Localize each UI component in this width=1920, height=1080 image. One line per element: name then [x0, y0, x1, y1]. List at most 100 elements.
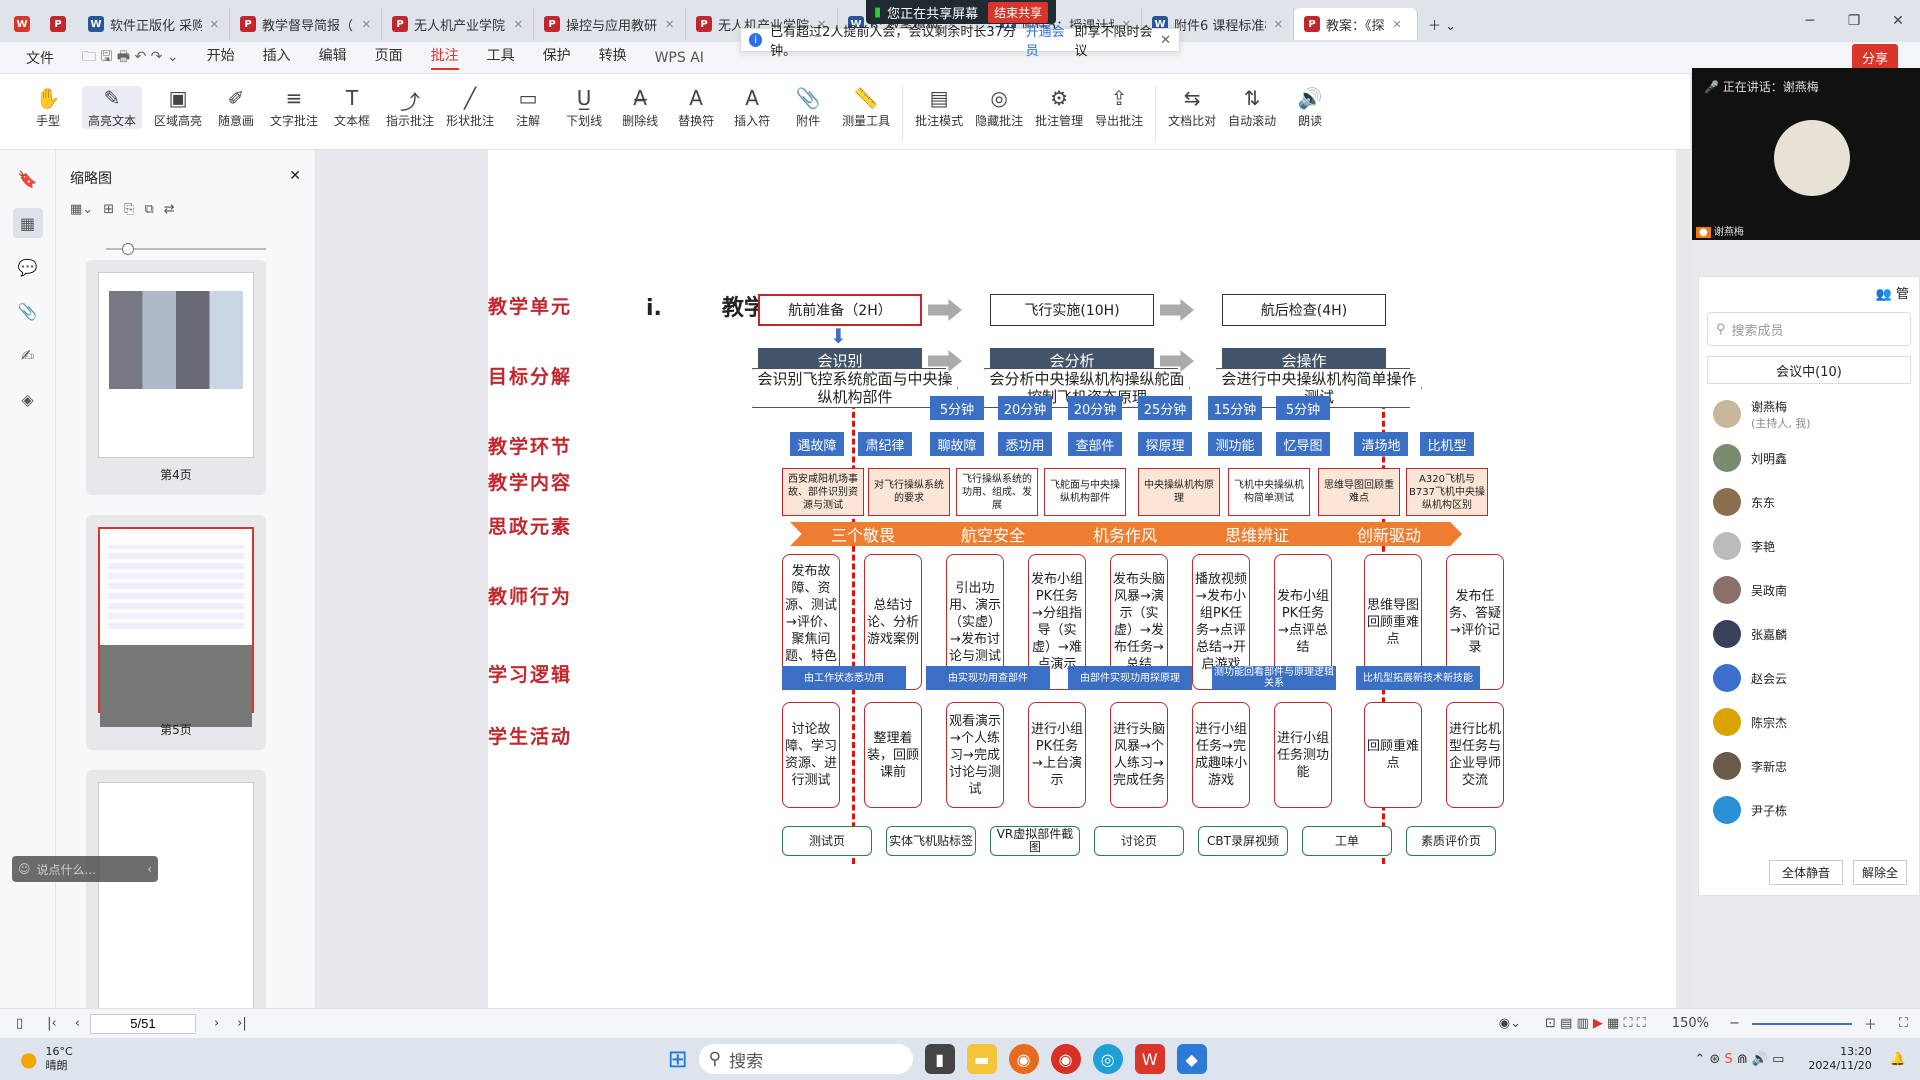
tool-6[interactable]: ⤴ 指示批注 — [386, 86, 434, 129]
manage-members[interactable]: 👥 管 — [1699, 277, 1919, 302]
member-item[interactable]: 刘明鑫 — [1699, 436, 1919, 480]
tool-8[interactable]: ▭ 注解 — [506, 86, 550, 129]
member-item[interactable]: 谢燕梅 (主持人, 我) — [1699, 392, 1919, 436]
tool-17[interactable]: ⚙ 批注管理 — [1035, 86, 1083, 129]
member-item[interactable]: 李新忠 — [1699, 744, 1919, 788]
weather-icon[interactable]: ● — [20, 1047, 37, 1071]
tray-icons[interactable]: ⌃ ⊛ S ⋒ 🔊 ▭ — [1694, 1052, 1784, 1067]
tool-20[interactable]: ⇅ 自动滚动 — [1228, 86, 1276, 129]
menu-4[interactable]: 批注 — [430, 45, 459, 70]
insert-page-icon[interactable]: ⊞ — [103, 202, 114, 217]
in-meeting-tab[interactable]: 会议中(10) — [1707, 356, 1911, 384]
thumbnail-page-5[interactable]: 第5页 — [86, 515, 266, 750]
tool-21[interactable]: 🔊 朗读 — [1288, 86, 1332, 129]
menu-2[interactable]: 编辑 — [319, 45, 347, 70]
doc-tab[interactable]: P 教案：《探 ✕ — [1294, 8, 1418, 40]
member-item[interactable]: 东东 — [1699, 480, 1919, 524]
zoom-in-icon[interactable]: ＋ — [1864, 1014, 1877, 1033]
tool-12[interactable]: A 插入符 — [730, 86, 774, 129]
sidebar-toggle-icon[interactable]: ▯ — [16, 1016, 23, 1031]
close-tab-icon[interactable]: ✕ — [362, 18, 371, 31]
view-mode-icons[interactable]: ⊡ ▤ ▥ ▶ ▦ ⛶ ⛶ — [1545, 1016, 1646, 1031]
document-canvas[interactable]: i.教学流程 教学单元目标分解教学环节教学内容思政元素教师行为学习逻辑学生活动航… — [316, 150, 1690, 1008]
zoom-level[interactable]: 150% — [1672, 1016, 1709, 1031]
maximize-button[interactable]: ❐ — [1832, 13, 1876, 29]
signature-icon[interactable]: ✍ — [13, 340, 43, 370]
doc-tab[interactable]: P 无人机产业学院202 ✕ — [382, 8, 534, 40]
close-tab-icon[interactable]: ✕ — [514, 18, 523, 31]
menu-5[interactable]: 工具 — [487, 45, 515, 70]
close-tab-icon[interactable]: ✕ — [1393, 18, 1402, 31]
tool-1[interactable]: ✎ 高亮文本 — [82, 86, 143, 129]
tool-0[interactable]: ✋ 手型 — [26, 86, 70, 129]
taskbar-search[interactable]: ⚲ 搜索 — [698, 1044, 913, 1074]
firefox-icon[interactable]: ◉ — [1008, 1044, 1039, 1074]
thumbnail-page-4[interactable]: 第4页 — [86, 260, 266, 495]
bookmark-icon[interactable]: 🔖 — [13, 164, 43, 194]
chrome-icon[interactable]: ◉ — [1050, 1044, 1081, 1074]
copy-page-icon[interactable]: ⧉ — [145, 202, 154, 217]
menu-file[interactable]: 文件 — [26, 48, 54, 68]
tool-11[interactable]: A 替换符 — [674, 86, 718, 129]
tool-15[interactable]: ▤ 批注模式 — [915, 86, 963, 129]
weather[interactable]: 16°C 晴朗 — [45, 1045, 72, 1073]
last-page-icon[interactable]: ›| — [237, 1016, 247, 1031]
menu-7[interactable]: 转换 — [599, 45, 627, 70]
layers-icon[interactable]: ◈ — [13, 384, 43, 414]
thumbnail-page-6[interactable] — [86, 770, 266, 1008]
member-item[interactable]: 尹子栋 — [1699, 788, 1919, 832]
menu-3[interactable]: 页面 — [375, 45, 403, 70]
tool-19[interactable]: ⇆ 文档比对 — [1168, 86, 1216, 129]
meeting-video[interactable]: 🎤 正在讲话：谢燕梅 ● 谢燕梅 — [1692, 68, 1920, 240]
extract-page-icon[interactable]: ⎘ — [124, 202, 134, 217]
minimize-button[interactable]: ─ — [1788, 13, 1832, 29]
wps-ai-button[interactable]: WPS AI — [655, 50, 704, 66]
collapse-chat-icon[interactable]: ‹ — [147, 862, 152, 876]
member-search[interactable]: ⚲ 搜索成员 — [1707, 312, 1911, 346]
replace-page-icon[interactable]: ⇄ — [164, 202, 175, 217]
close-tab-icon[interactable]: ✕ — [665, 18, 674, 31]
page-number-input[interactable] — [89, 1013, 196, 1034]
explorer-icon[interactable]: ▬ — [966, 1044, 997, 1074]
thumbnail-icon[interactable]: ▦ — [12, 208, 43, 238]
zoom-slider[interactable] — [106, 243, 266, 255]
member-item[interactable]: 吴政南 — [1699, 568, 1919, 612]
clock[interactable]: 13:20 2024/11/20 — [1808, 1045, 1871, 1073]
prev-page-icon[interactable]: ‹ — [75, 1016, 80, 1031]
comment-icon[interactable]: 💬 — [13, 252, 43, 282]
menu-1[interactable]: 插入 — [263, 45, 291, 70]
next-page-icon[interactable]: › — [214, 1016, 219, 1031]
task-view-icon[interactable]: ▮ — [924, 1044, 955, 1074]
member-item[interactable]: 陈宗杰 — [1699, 700, 1919, 744]
share-button[interactable]: 分享 — [1852, 44, 1899, 71]
grid-view-icon[interactable]: ▦⌄ — [70, 202, 93, 217]
first-page-icon[interactable]: |‹ — [47, 1016, 57, 1031]
close-window-button[interactable]: ✕ — [1876, 13, 1920, 29]
meeting-app-icon[interactable]: ◆ — [1176, 1044, 1207, 1074]
close-panel-icon[interactable]: ✕ — [289, 168, 301, 188]
eye-icon[interactable]: ◉⌄ — [1499, 1016, 1521, 1031]
zoom-out-icon[interactable]: − — [1729, 1016, 1740, 1031]
close-tab-icon[interactable]: ✕ — [1274, 18, 1283, 31]
chat-input[interactable]: ☺ 说点什么... ‹ — [12, 856, 158, 882]
tool-7[interactable]: ╱ 形状批注 — [446, 86, 494, 129]
doc-tab[interactable]: W 软件正版化 采购 ✕ — [78, 8, 230, 40]
tool-2[interactable]: ▣ 区域高亮 — [154, 86, 202, 129]
member-item[interactable]: 赵会云 — [1699, 656, 1919, 700]
member-item[interactable]: 张嘉麟 — [1699, 612, 1919, 656]
close-notice-icon[interactable]: ✕ — [1160, 33, 1171, 48]
quick-access-icons[interactable]: 🗀 🖫 🖶 ↶ ↷ ⌄ — [82, 46, 179, 70]
start-icon[interactable]: ⊞ — [663, 1044, 693, 1074]
wps-taskbar-icon[interactable]: W — [1134, 1044, 1165, 1074]
fullscreen-icon[interactable]: ⛶ — [1899, 1016, 1908, 1031]
unmute-all-button[interactable]: 解除全 — [1853, 860, 1908, 885]
tool-14[interactable]: 📏 测量工具 — [842, 86, 890, 129]
tool-18[interactable]: ⇪ 导出批注 — [1095, 86, 1143, 129]
new-tab-button[interactable]: ＋ ⌄ — [1418, 8, 1466, 40]
tool-10[interactable]: A̶ 删除线 — [618, 86, 662, 129]
menu-6[interactable]: 保护 — [543, 45, 571, 70]
close-tab-icon[interactable]: ✕ — [210, 18, 219, 31]
mute-all-button[interactable]: 全体静音 — [1769, 860, 1844, 885]
doc-tab[interactable]: P 操控与应用教研 ✕ — [534, 8, 686, 40]
tool-9[interactable]: U̲ 下划线 — [562, 86, 606, 129]
